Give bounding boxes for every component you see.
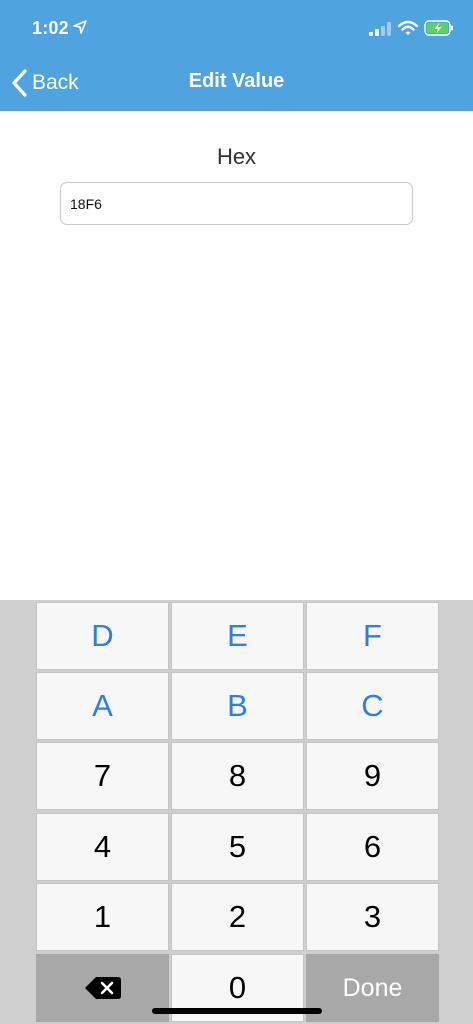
backspace-icon — [84, 977, 121, 999]
hex-field-label: Hex — [216, 144, 257, 169]
key-4[interactable]: 4 — [36, 813, 169, 881]
key-b[interactable]: B — [171, 672, 304, 740]
hex-keypad: D E F A B C 7 8 9 4 5 6 1 2 3 0 Done — [0, 600, 473, 1024]
wifi-icon — [398, 20, 418, 35]
key-9[interactable]: 9 — [306, 742, 439, 810]
key-e[interactable]: E — [171, 602, 304, 670]
header: 1:02 Back Edit Value — [0, 0, 473, 111]
location-arrow-icon — [73, 20, 87, 34]
key-2[interactable]: 2 — [171, 883, 304, 951]
edit-value-screen: 1:02 Back Edit Value Hex 18F6 D E F A B … — [0, 0, 473, 1024]
status-time: 1:02 — [32, 18, 69, 38]
key-f[interactable]: F — [306, 602, 439, 670]
key-a[interactable]: A — [36, 672, 169, 740]
key-6[interactable]: 6 — [306, 813, 439, 881]
key-3[interactable]: 3 — [306, 883, 439, 951]
hex-value-input[interactable] — [60, 182, 413, 225]
key-7[interactable]: 7 — [36, 742, 169, 810]
key-5[interactable]: 5 — [171, 813, 304, 881]
key-1[interactable]: 1 — [36, 883, 169, 951]
page-title: Edit Value — [188, 70, 285, 92]
key-c[interactable]: C — [306, 672, 439, 740]
key-8[interactable]: 8 — [171, 742, 304, 810]
cellular-signal-icon — [369, 22, 391, 36]
battery-charging-icon — [424, 20, 453, 36]
delete-key[interactable] — [36, 954, 169, 1022]
done-button[interactable]: Done — [306, 954, 439, 1022]
key-d[interactable]: D — [36, 602, 169, 670]
home-indicator[interactable] — [152, 1008, 322, 1014]
